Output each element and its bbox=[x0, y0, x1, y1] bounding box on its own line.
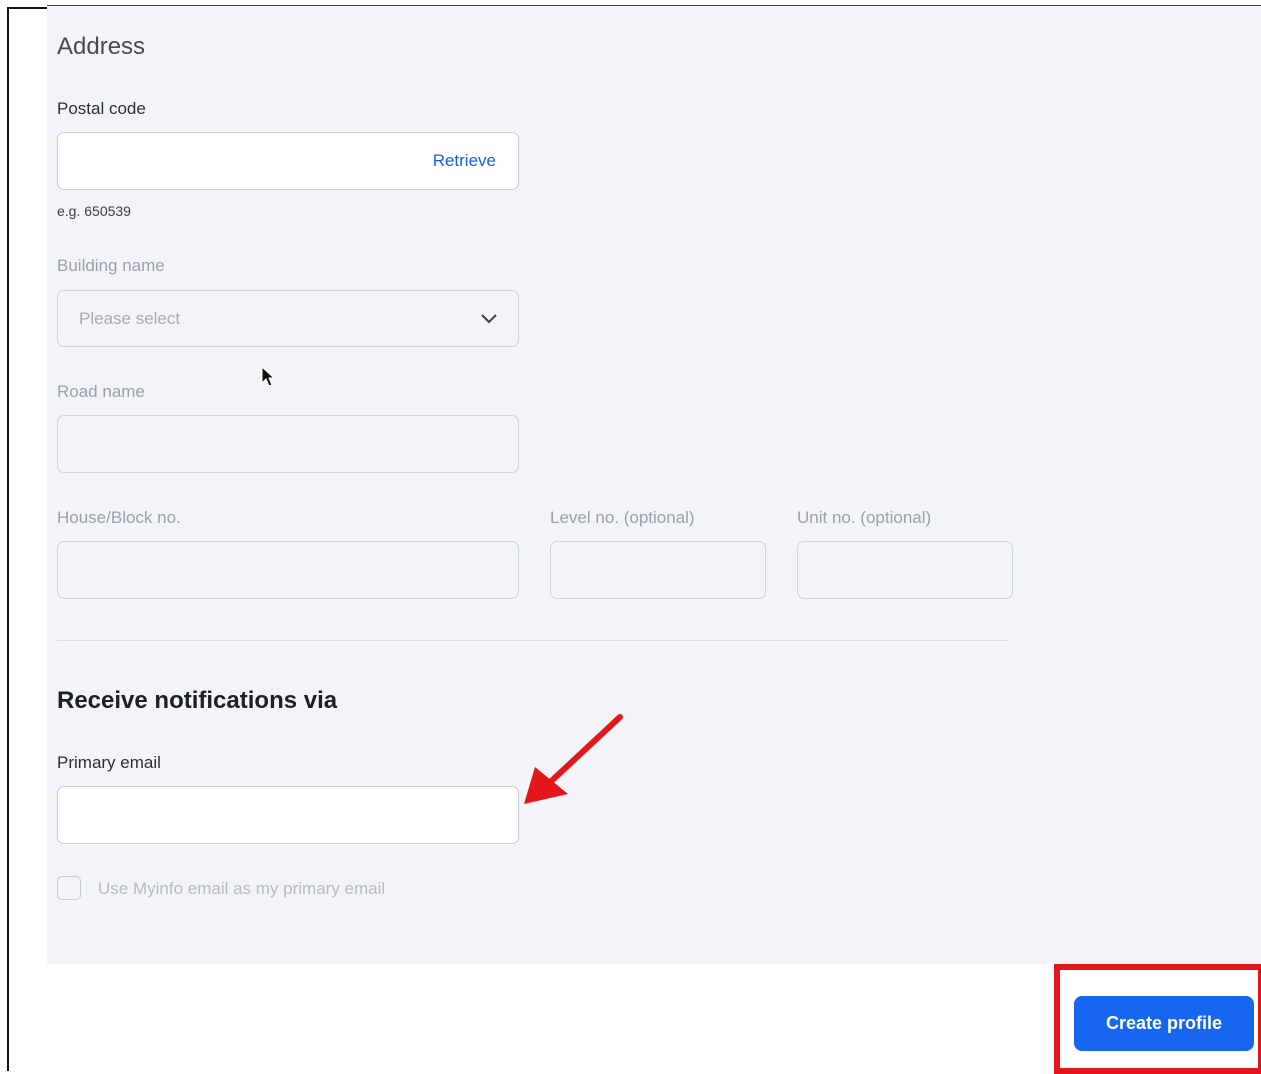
road-name-field[interactable] bbox=[57, 415, 519, 473]
chevron-down-icon bbox=[481, 314, 497, 324]
postal-code-field[interactable]: Retrieve bbox=[57, 132, 519, 190]
house-block-field[interactable] bbox=[57, 541, 519, 599]
primary-email-input[interactable] bbox=[58, 787, 518, 843]
use-myinfo-checkbox[interactable] bbox=[57, 876, 81, 900]
building-name-selected-value: Please select bbox=[79, 309, 181, 328]
level-no-field[interactable] bbox=[550, 541, 766, 599]
road-name-input[interactable] bbox=[58, 416, 518, 472]
section-divider bbox=[57, 640, 1009, 641]
house-block-label: House/Block no. bbox=[57, 508, 181, 527]
primary-email-label: Primary email bbox=[57, 753, 161, 772]
level-no-label: Level no. (optional) bbox=[550, 508, 695, 527]
road-name-label: Road name bbox=[57, 382, 145, 401]
unit-no-label: Unit no. (optional) bbox=[797, 508, 932, 527]
unit-no-input[interactable] bbox=[798, 542, 1012, 598]
red-arrow-annotation-icon bbox=[524, 714, 623, 804]
postal-code-hint: e.g. 650539 bbox=[57, 203, 131, 219]
building-name-label: Building name bbox=[57, 256, 165, 275]
postal-code-label: Postal code bbox=[57, 99, 146, 118]
building-name-select[interactable]: Please select bbox=[57, 290, 519, 347]
mouse-cursor-icon bbox=[261, 366, 276, 387]
primary-email-field[interactable] bbox=[57, 786, 519, 844]
level-no-input[interactable] bbox=[551, 542, 765, 598]
notifications-section-title: Receive notifications via bbox=[57, 687, 338, 714]
retrieve-button[interactable]: Retrieve bbox=[433, 151, 496, 171]
frame-border-top bbox=[7, 7, 49, 9]
frame-border-left bbox=[7, 7, 9, 1071]
unit-no-field[interactable] bbox=[797, 541, 1013, 599]
use-myinfo-label[interactable]: Use Myinfo email as my primary email bbox=[98, 879, 385, 899]
address-section-title: Address bbox=[57, 33, 146, 60]
house-block-input[interactable] bbox=[58, 542, 518, 598]
highlight-annotation bbox=[1054, 964, 1261, 1074]
